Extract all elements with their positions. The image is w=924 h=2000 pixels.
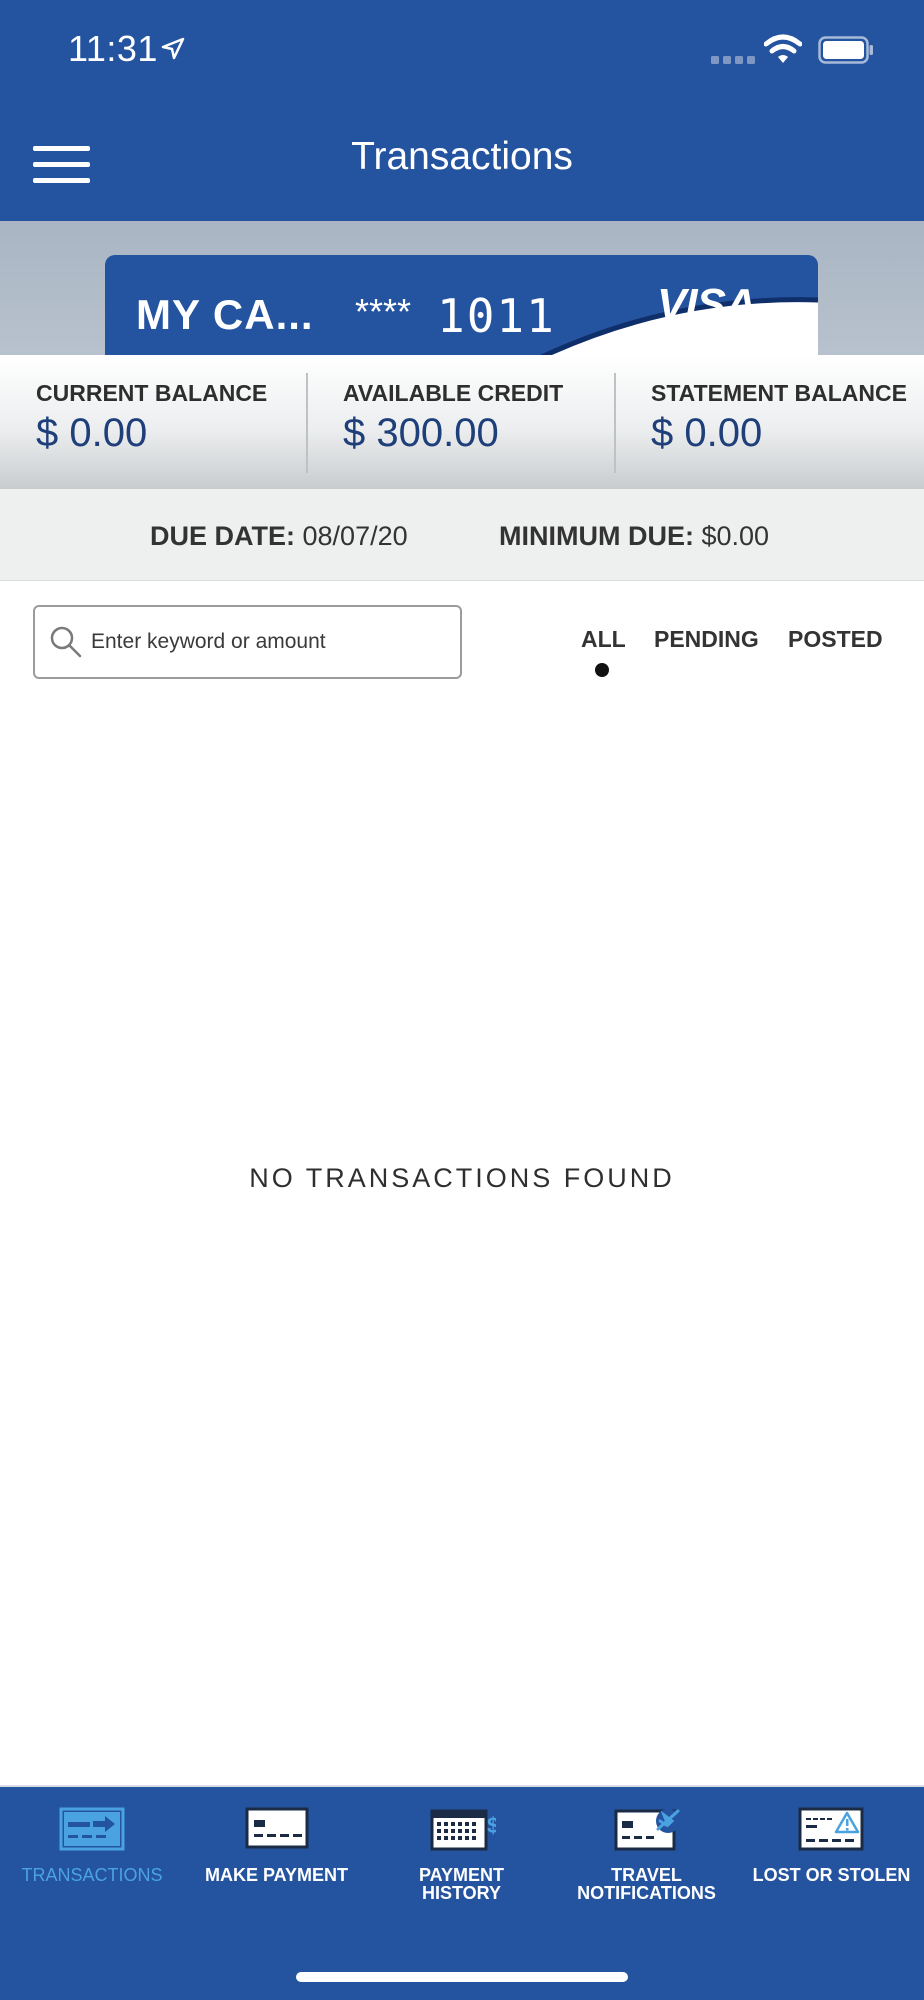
nav-payment-history[interactable]: $ PAYMENT HISTORY (369, 1787, 554, 1907)
status-time: 11:31 (68, 28, 158, 69)
balance-divider (306, 373, 308, 473)
search-box[interactable] (33, 605, 462, 679)
nav-travel-notifications-label-line2: NOTIFICATIONS (577, 1883, 716, 1903)
minimum-due-label: MINIMUM DUE: (499, 521, 694, 551)
nav-payment-history-label-line2: HISTORY (421, 1883, 501, 1903)
visa-logo: VISA (657, 280, 757, 329)
due-date: DUE DATE: 08/07/20 (150, 521, 408, 552)
balance-divider (614, 373, 616, 473)
current-balance: CURRENT BALANCE $ 0.00 (36, 355, 306, 489)
minimum-due: MINIMUM DUE: $0.00 (499, 521, 769, 552)
transactions-icon (59, 1807, 125, 1851)
make-payment-icon (245, 1807, 309, 1849)
available-credit-label: AVAILABLE CREDIT (343, 380, 564, 406)
statement-balance: STATEMENT BALANCE $ 0.00 (651, 355, 921, 489)
location-arrow-icon (161, 37, 185, 60)
lost-or-stolen-icon (798, 1807, 864, 1851)
filter-posted[interactable]: POSTED (788, 626, 883, 653)
available-credit: AVAILABLE CREDIT $ 300.00 (343, 355, 613, 489)
home-indicator[interactable] (296, 1972, 628, 1982)
minimum-due-value: $0.00 (701, 521, 770, 551)
nav-travel-notifications-label: TRAVEL NOTIFICATIONS (554, 1866, 739, 1902)
nav-travel-notifications[interactable]: TRAVEL NOTIFICATIONS (554, 1787, 739, 1907)
svg-text:$: $ (487, 1813, 496, 1838)
nav-transactions[interactable]: TRANSACTIONS (0, 1787, 184, 1907)
nav-lost-or-stolen-label: LOST OR STOLEN (752, 1865, 911, 1885)
nav-travel-notifications-label-line1: TRAVEL (611, 1865, 682, 1885)
search-icon (50, 626, 82, 658)
nav-transactions-label: TRANSACTIONS (21, 1865, 163, 1885)
nav-lost-or-stolen[interactable]: LOST OR STOLEN (739, 1787, 924, 1907)
app-header: 11:31 Transactions (0, 0, 924, 221)
card-strip: MY CA... **** 1011 VISA (0, 221, 924, 355)
search-input[interactable] (87, 607, 457, 677)
current-balance-value: $ 0.00 (36, 411, 148, 455)
due-info-bar: DUE DATE: 08/07/20 MINIMUM DUE: $0.00 (0, 489, 924, 581)
due-date-value: 08/07/20 (302, 521, 408, 551)
selected-filter-indicator (595, 663, 609, 677)
statement-balance-label: STATEMENT BALANCE (651, 380, 907, 406)
nav-payment-history-label-line1: PAYMENT (418, 1865, 505, 1885)
filter-pending[interactable]: PENDING (654, 626, 759, 653)
filter-all[interactable]: ALL (581, 626, 626, 653)
balances-bar: CURRENT BALANCE $ 0.00 AVAILABLE CREDIT … (0, 355, 924, 489)
signal-icon (711, 56, 755, 64)
card-name: MY CA... (136, 291, 314, 338)
nav-payment-history-label: PAYMENT HISTORY (369, 1866, 554, 1902)
bottom-nav: TRANSACTIONS MAKE PAYMENT $ PAYMENT HIST… (0, 1785, 924, 2000)
payment-history-icon: $ (430, 1809, 496, 1851)
available-credit-value: $ 300.00 (343, 411, 499, 455)
page-title: Transactions (351, 135, 573, 178)
travel-notifications-icon (614, 1809, 680, 1851)
current-balance-label: CURRENT BALANCE (36, 380, 268, 406)
nav-make-payment-label: MAKE PAYMENT (204, 1865, 348, 1885)
statement-balance-value: $ 0.00 (651, 411, 763, 455)
card-last-four: 1011 (437, 289, 556, 343)
credit-card[interactable]: MY CA... **** 1011 VISA (105, 255, 818, 355)
nav-make-payment[interactable]: MAKE PAYMENT (184, 1787, 369, 1907)
battery-icon (818, 36, 873, 64)
empty-state-message: NO TRANSACTIONS FOUND (249, 1163, 675, 1193)
card-mask: **** (355, 291, 412, 332)
due-date-label: DUE DATE: (150, 521, 295, 551)
wifi-icon (764, 34, 802, 63)
